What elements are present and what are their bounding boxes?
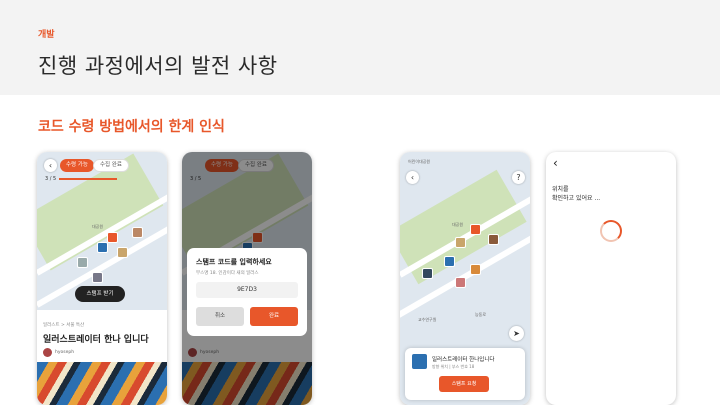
progress-bar (59, 178, 117, 180)
avatar (43, 348, 52, 357)
code-input-modal: 스탬프 코드를 입력하세요 부스명 18. 인감이다 새의 일러스 9E7D3 … (187, 248, 307, 336)
card-title: 일러스트레이터 한나 입니다 (43, 335, 149, 345)
loading-spinner (600, 220, 622, 242)
breadcrumb: 일러스트 > 서울 특산 (43, 323, 85, 328)
cancel-button[interactable]: 취소 (196, 307, 244, 326)
tab-available[interactable]: 수령 가능 (60, 159, 94, 172)
help-button[interactable]: ? (512, 171, 525, 184)
stamp-marker[interactable] (77, 257, 88, 268)
my-location-button[interactable]: ➤ (509, 326, 524, 341)
slide: 개발 진행 과정에서의 발전 사항 코드 수령 방법에서의 한계 인식 대공원 … (0, 0, 720, 405)
stamp-marker[interactable] (470, 264, 481, 275)
phone-screen-location-map: 어린이대공원 대공원 교수연구원 능동로 ‹ ? ➤ 일러스트레이터 한나입니다… (400, 152, 530, 405)
tab-collected[interactable]: 수집 완료 (93, 159, 129, 172)
map-street-label: 능동로 (475, 312, 487, 317)
back-button[interactable]: ‹ (406, 171, 419, 184)
confirm-button[interactable]: 완료 (250, 307, 298, 326)
stamp-marker[interactable] (92, 272, 103, 283)
booth-thumbnail (412, 354, 427, 369)
stamp-marker[interactable] (117, 247, 128, 258)
section-title: 코드 수령 방법에서의 한계 인식 (38, 119, 225, 135)
booth-meta: 방향 위치 | 부스 번호 18 (432, 364, 475, 369)
category-tag: 개발 (38, 30, 55, 40)
map-label: 대공원 (92, 224, 104, 229)
code-input[interactable]: 9E7D3 (196, 282, 298, 298)
booth-location-card: 일러스트레이터 한나입니다 방향 위치 | 부스 번호 18 스탬프 요청 (405, 348, 525, 400)
stamp-marker[interactable] (97, 242, 108, 253)
phone-screen-map-stamp: 대공원 ‹ 수령 가능 수집 완료 3 / 5 스탬프 받기 일러스트 > 서울… (37, 152, 167, 405)
progress-count: 3 / 5 (45, 176, 57, 182)
stamp-receive-button[interactable]: 스탬프 받기 (75, 286, 125, 302)
map-street-label: 교수연구원 (418, 317, 437, 322)
phone-screen-code-modal: 수령 가능 수집 완료 3 / 5 hyoseph 스탬프 코드를 입력하세요 … (182, 152, 312, 405)
stamp-marker[interactable] (107, 232, 118, 243)
page-title: 진행 과정에서의 발전 사항 (38, 54, 278, 78)
header: 개발 진행 과정에서의 발전 사항 (0, 0, 720, 95)
stamp-marker[interactable] (455, 277, 466, 288)
stamp-request-button[interactable]: 스탬프 요청 (439, 376, 489, 392)
stamp-marker[interactable] (422, 268, 433, 279)
stamp-marker[interactable] (455, 237, 466, 248)
map-park-label: 대공원 (452, 222, 464, 227)
modal-title: 스탬프 코드를 입력하세요 (196, 258, 272, 266)
booth-card[interactable]: 일러스트 > 서울 특산 일러스트레이터 한나 입니다 hyoseph (37, 310, 167, 405)
stamp-marker[interactable] (470, 224, 481, 235)
phone-screen-locating: ‹ 위치를 확인하고 있어요 ... (546, 152, 676, 405)
stamp-marker[interactable] (488, 234, 499, 245)
author-name: hyoseph (55, 350, 75, 355)
artwork-image (37, 362, 167, 405)
locating-message: 위치를 확인하고 있어요 ... (552, 186, 601, 202)
back-button[interactable]: ‹ (553, 156, 558, 170)
stamp-marker[interactable] (132, 227, 143, 238)
stamp-marker[interactable] (444, 256, 455, 267)
back-button[interactable]: ‹ (44, 159, 57, 172)
modal-subtitle: 부스명 18. 인감이다 새의 일러스 (196, 271, 259, 276)
map-top-label: 어린이대공원 (408, 159, 431, 164)
booth-title: 일러스트레이터 한나입니다 (432, 357, 495, 363)
